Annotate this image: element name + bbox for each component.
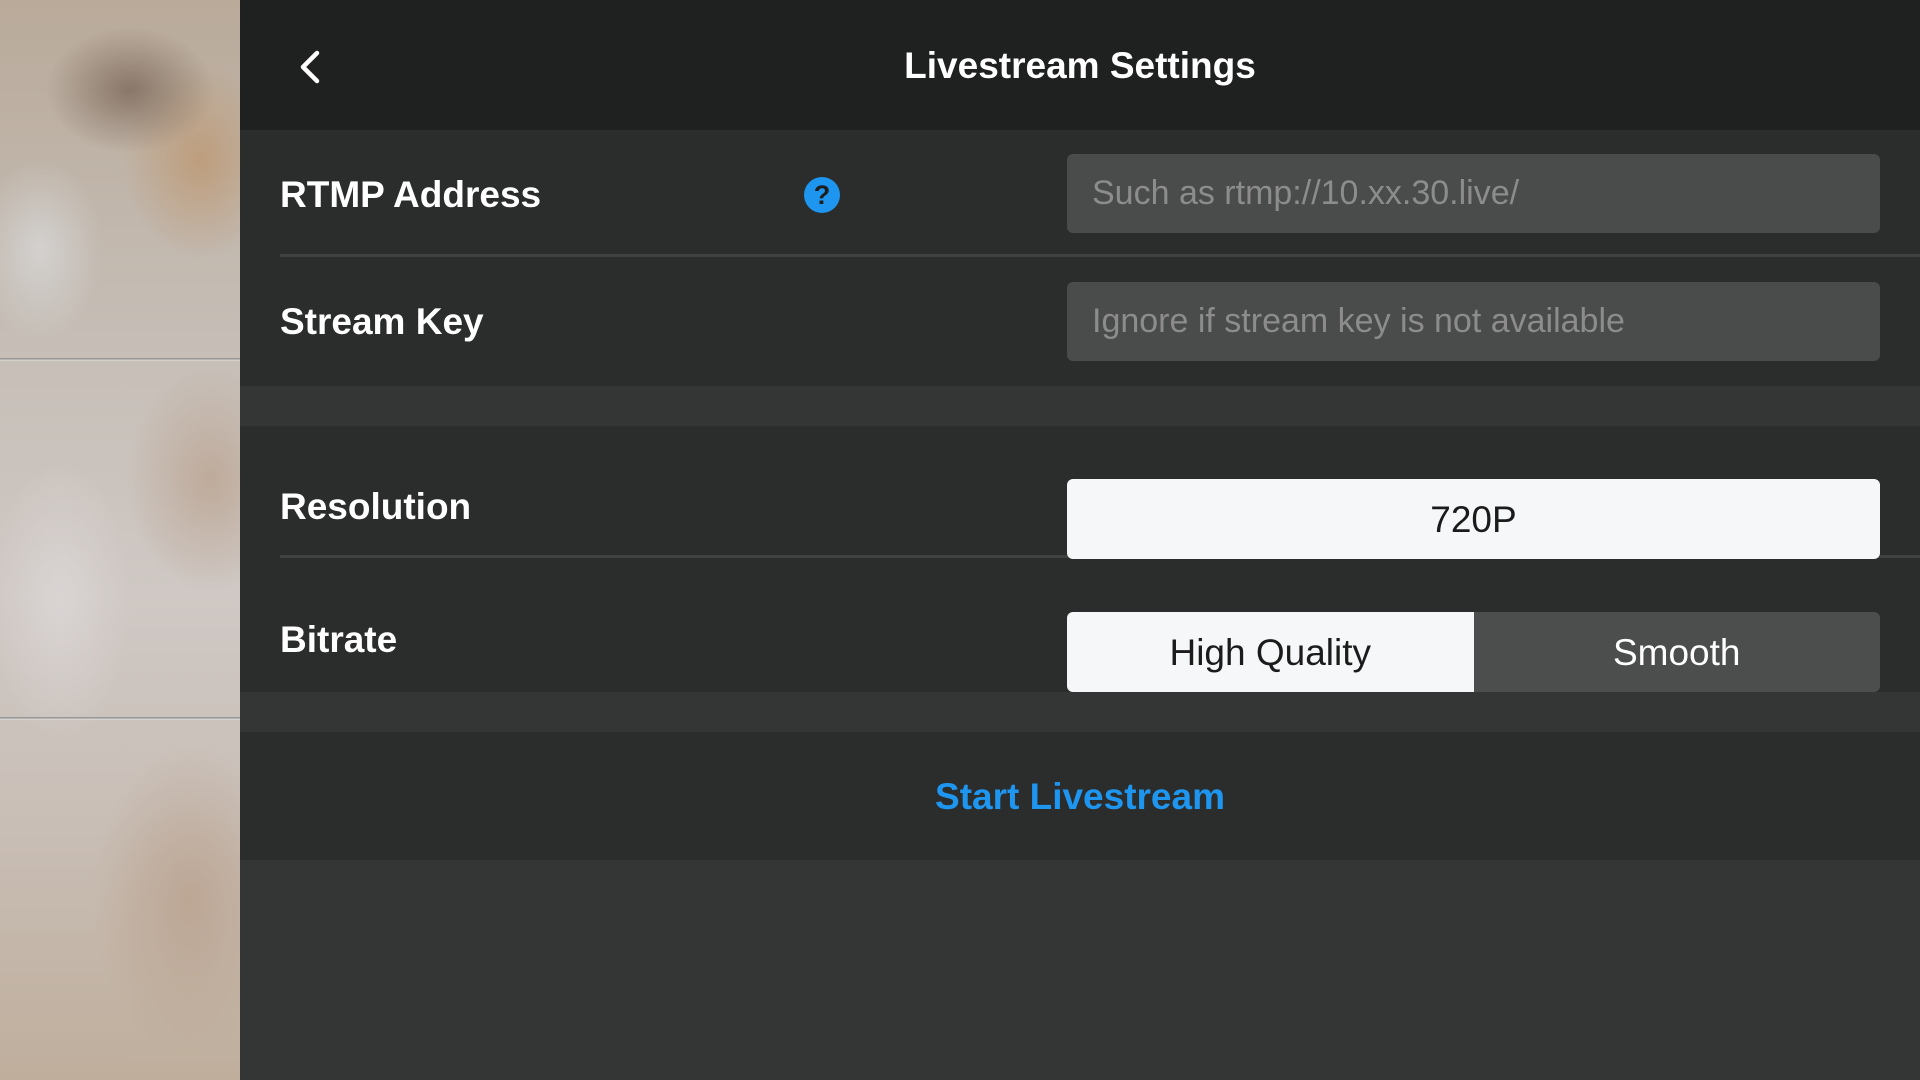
- stream-key-row: Stream Key: [240, 258, 1920, 386]
- stream-key-input[interactable]: [1067, 282, 1880, 361]
- start-livestream-button[interactable]: Start Livestream: [240, 732, 1920, 860]
- bitrate-label: Bitrate: [280, 619, 398, 660]
- bitrate-segmented-control: High Quality Smooth: [1067, 612, 1880, 692]
- feed-divider-line: [0, 717, 240, 720]
- rtmp-address-input[interactable]: [1067, 154, 1880, 233]
- stream-section: RTMP Address Stream Key: [240, 130, 1920, 386]
- camera-feed-preview: [0, 0, 240, 1080]
- rtmp-address-row: RTMP Address: [240, 130, 1920, 258]
- rtmp-address-label: RTMP Address: [280, 174, 542, 215]
- header-bar: Livestream Settings: [240, 0, 1920, 130]
- feed-divider-line: [0, 358, 240, 361]
- resolution-select[interactable]: 720P: [1067, 479, 1880, 559]
- livestream-settings-panel: Livestream Settings RTMP Address Stream …: [240, 0, 1920, 1080]
- bitrate-option-high-quality[interactable]: High Quality: [1067, 612, 1474, 692]
- page-title: Livestream Settings: [904, 45, 1256, 86]
- help-icon[interactable]: ?: [804, 177, 840, 213]
- resolution-label: Resolution: [280, 486, 472, 527]
- row-divider: [280, 254, 1920, 257]
- app-root: Livestream Settings RTMP Address Stream …: [0, 0, 1920, 1080]
- bitrate-option-smooth[interactable]: Smooth: [1473, 612, 1880, 692]
- stream-key-label: Stream Key: [280, 301, 484, 342]
